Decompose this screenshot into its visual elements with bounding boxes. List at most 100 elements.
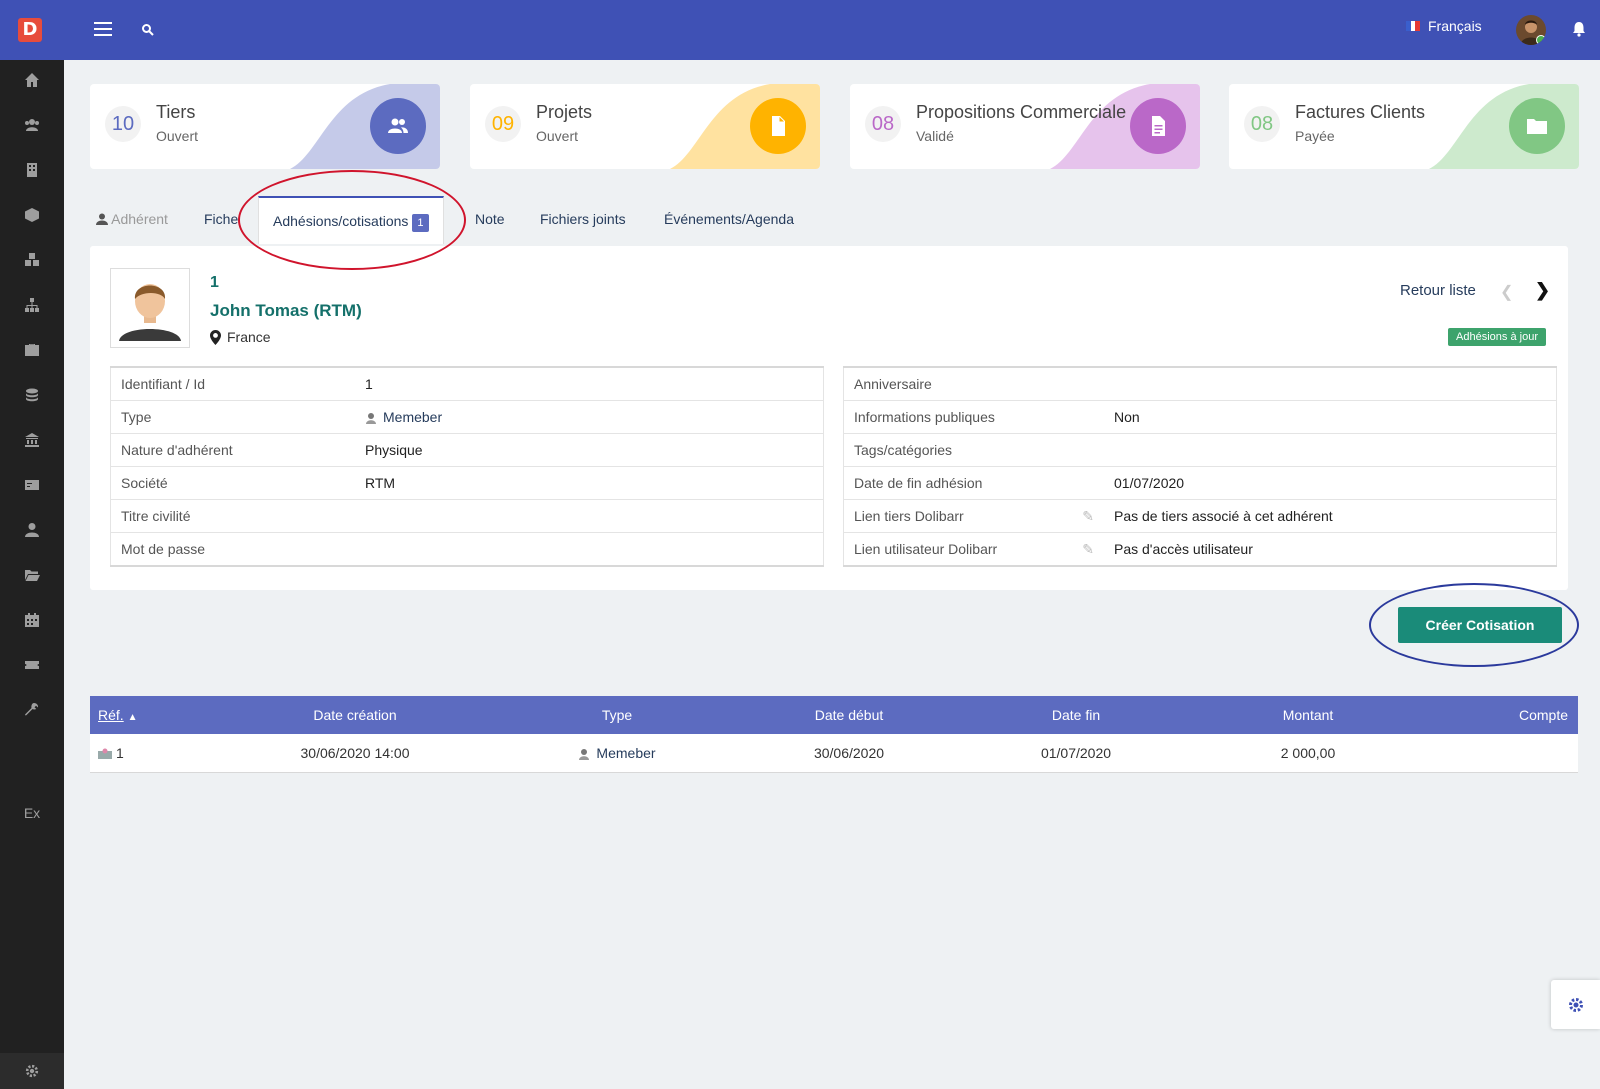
member-type-link[interactable]: Memeber xyxy=(355,400,824,434)
info-row: Mot de passe xyxy=(111,533,824,567)
sitemap-icon[interactable] xyxy=(0,290,64,320)
tab-fichiers-joints[interactable]: Fichiers joints xyxy=(540,196,626,242)
table-row: 1 30/06/2020 14:00 Memeber 30/06/2020 01… xyxy=(90,734,1578,773)
tab-fiche[interactable]: Fiche xyxy=(204,196,238,242)
member-photo xyxy=(110,268,190,348)
status-badge: Adhésions à jour xyxy=(1448,328,1546,346)
user-avatar[interactable] xyxy=(1516,15,1546,45)
row-type-link[interactable]: Memeber xyxy=(481,734,753,773)
wrench-icon[interactable] xyxy=(0,695,64,725)
chevron-left-icon[interactable]: ❮ xyxy=(1500,282,1513,302)
stat-title: Propositions Commerciales xyxy=(916,102,1126,122)
floating-settings-gear-icon[interactable] xyxy=(1551,980,1600,1029)
info-value xyxy=(355,499,824,533)
tab-evenements-agenda[interactable]: Événements/Agenda xyxy=(664,196,794,242)
col-type-header[interactable]: Type xyxy=(481,696,753,734)
stat-number: 08 xyxy=(865,106,901,142)
stat-status: Validé xyxy=(916,128,954,144)
info-row: Titre civilité xyxy=(110,499,824,533)
member-id: 1 xyxy=(210,274,219,291)
stat-card-factures[interactable]: 08 Factures Clients Payée xyxy=(1229,84,1579,169)
col-compte-header[interactable]: Compte xyxy=(1409,696,1578,734)
info-row: Lien utilisateur Dolibarr ✎ Pas d'accès ut… xyxy=(844,533,1557,567)
cubes-icon[interactable] xyxy=(0,245,64,275)
info-label: Informations publiques xyxy=(843,400,1064,434)
menu-toggle-icon[interactable] xyxy=(94,22,112,36)
sort-asc-icon: ▲ xyxy=(127,712,138,723)
app-logo[interactable]: D xyxy=(18,18,42,42)
stat-status: Ouvert xyxy=(536,128,579,144)
col-ref-label: Réf. xyxy=(98,707,124,723)
member-type-text: Memeber xyxy=(383,409,443,425)
col-date-creation-header[interactable]: Date création xyxy=(229,696,481,734)
col-date-fin-header[interactable]: Date fin xyxy=(945,696,1207,734)
col-montant-header[interactable]: Montant xyxy=(1207,696,1409,734)
sidebar-ex-item[interactable]: Ex xyxy=(0,805,64,821)
users-icon xyxy=(370,98,426,154)
info-label: Société xyxy=(110,466,355,500)
highlight-ellipse-red xyxy=(238,170,466,270)
info-row: Type Memeber xyxy=(110,400,824,434)
member-tabs: Adhérent Fiche Adhésions/cotisations 1 No… xyxy=(90,196,850,244)
info-label: Identifiant / Id xyxy=(110,367,355,401)
stat-title: Projets xyxy=(536,102,593,122)
home-icon[interactable] xyxy=(0,65,64,95)
notification-bell-icon[interactable] xyxy=(1570,20,1588,38)
ticket-icon[interactable] xyxy=(0,650,64,680)
info-label: Lien tiers Dolibarr xyxy=(843,499,1064,533)
briefcase-icon[interactable] xyxy=(0,335,64,365)
bank-icon[interactable] xyxy=(0,425,64,455)
info-label: Date de fin adhésion xyxy=(843,466,1064,500)
col-date-debut-header[interactable]: Date début xyxy=(753,696,945,734)
member-country: France xyxy=(210,329,271,345)
user-tie-icon[interactable] xyxy=(0,515,64,545)
info-label: Tags/catégories xyxy=(843,433,1064,467)
coins-icon[interactable] xyxy=(0,380,64,410)
info-value: Physique xyxy=(355,433,824,467)
users-icon[interactable] xyxy=(0,110,64,140)
folder-open-icon[interactable] xyxy=(0,560,64,590)
info-value: RTM xyxy=(355,466,824,500)
row-date-creation: 30/06/2020 14:00 xyxy=(229,734,481,773)
edit-pencil-icon[interactable]: ✎ xyxy=(1064,499,1104,533)
member-info-left-table: Identifiant / Id 1 Type Memeber Nature d'a… xyxy=(110,366,824,567)
info-row: Nature d'adhérent Physique xyxy=(110,433,824,467)
language-selector[interactable]: Français xyxy=(1406,18,1482,34)
stat-card-tiers[interactable]: 10 Tiers Ouvert xyxy=(90,84,440,169)
row-date-fin: 01/07/2020 xyxy=(945,734,1207,773)
calendar-icon[interactable] xyxy=(0,605,64,635)
highlight-ellipse-blue xyxy=(1369,583,1579,667)
invoice-icon[interactable] xyxy=(0,470,64,500)
tab-note[interactable]: Note xyxy=(475,196,505,242)
building-icon[interactable] xyxy=(0,155,64,185)
chevron-right-icon[interactable]: ❯ xyxy=(1535,280,1550,301)
member-info-right-table: Anniversaire Informations publiques Non T… xyxy=(843,366,1557,567)
info-row: Informations publiques Non xyxy=(843,400,1557,434)
info-label: Lien utilisateur Dolibarr xyxy=(854,541,998,557)
info-row: Identifiant / Id 1 xyxy=(110,367,824,401)
col-ref-header[interactable]: Réf. ▲ xyxy=(90,696,229,734)
info-row: Tags/catégories xyxy=(843,433,1557,467)
stat-status: Payée xyxy=(1295,128,1335,144)
search-icon[interactable] xyxy=(140,22,156,38)
member-country-text: France xyxy=(227,329,271,345)
info-value xyxy=(355,533,824,567)
back-to-list-link[interactable]: Retour liste xyxy=(1400,282,1476,299)
default-avatar-icon xyxy=(119,284,181,341)
edit-pencil-icon[interactable]: ✎ xyxy=(1064,533,1104,567)
member-name: John Tomas (RTM) xyxy=(210,301,362,320)
stat-title: Factures Clients xyxy=(1295,102,1426,122)
sidebar-settings-gear-icon[interactable] xyxy=(0,1053,64,1089)
stat-title: Tiers xyxy=(156,102,196,122)
french-flag-icon xyxy=(1406,21,1421,31)
cube-icon[interactable] xyxy=(0,200,64,230)
row-ref: 1 xyxy=(116,745,124,761)
left-sidebar: Ex xyxy=(0,60,64,1089)
tab-adherent-label: Adhérent xyxy=(96,196,168,242)
row-date-debut: 30/06/2020 xyxy=(753,734,945,773)
info-label: Anniversaire xyxy=(843,367,1064,401)
row-ref-link[interactable]: 1 xyxy=(90,734,229,773)
info-value: Pas de tiers associé à cet adhérent xyxy=(1104,499,1557,533)
stat-card-propositions[interactable]: 08 Propositions Commerciales Validé xyxy=(850,84,1200,169)
stat-card-projets[interactable]: 09 Projets Ouvert xyxy=(470,84,820,169)
